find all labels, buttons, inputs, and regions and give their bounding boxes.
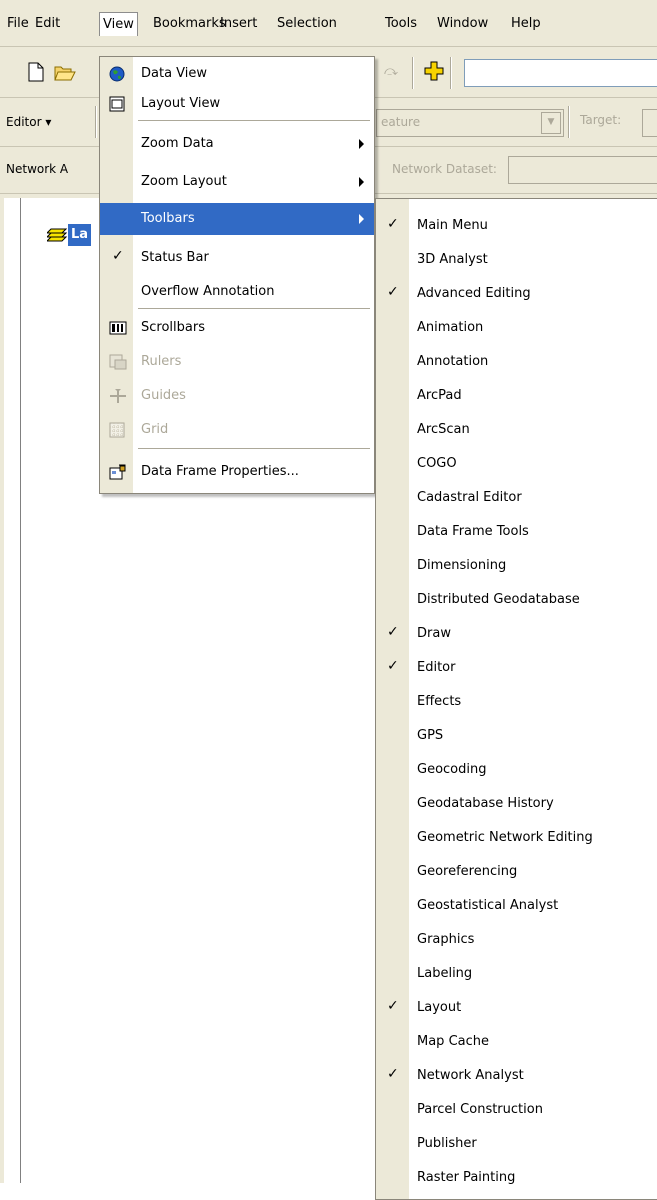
properties-icon bbox=[109, 464, 126, 480]
view-menu-zoom-layout[interactable]: Zoom Layout bbox=[100, 167, 374, 197]
menu-tools[interactable]: Tools bbox=[384, 14, 418, 34]
checkmark-icon: ✓ bbox=[387, 998, 399, 1014]
view-menu-zoom-data[interactable]: Zoom Data bbox=[100, 129, 374, 159]
menu-selection[interactable]: Selection bbox=[276, 14, 338, 34]
chevron-down-icon: ▼ bbox=[541, 112, 561, 134]
toolbar-item-network-analyst[interactable]: ✓ Network Analyst bbox=[376, 1061, 657, 1091]
toolbar-separator bbox=[412, 57, 414, 89]
network-dataset-label: Network Dataset: bbox=[392, 162, 497, 176]
checkmark-icon: ✓ bbox=[387, 216, 399, 232]
view-menu-status-bar[interactable]: ✓ Status Bar bbox=[100, 243, 374, 273]
toolbar-item-dimensioning[interactable]: Dimensioning bbox=[376, 551, 657, 581]
target-label: Target: bbox=[580, 113, 622, 127]
toolbar-item-layout[interactable]: ✓ Layout bbox=[376, 993, 657, 1023]
toolbar-item-publisher[interactable]: Publisher bbox=[376, 1129, 657, 1159]
submenu-arrow-icon bbox=[359, 214, 364, 224]
menu-window[interactable]: Window bbox=[436, 14, 489, 34]
toolbar-item-cadastral-editor[interactable]: Cadastral Editor bbox=[376, 483, 657, 513]
view-menu-data-view[interactable]: Data View bbox=[100, 59, 374, 89]
toolbar-separator bbox=[95, 106, 97, 138]
target-dropdown[interactable] bbox=[642, 109, 657, 137]
toolbar-item-gps[interactable]: GPS bbox=[376, 721, 657, 751]
checkmark-icon: ✓ bbox=[112, 248, 124, 264]
checkmark-icon: ✓ bbox=[387, 284, 399, 300]
toolbar-item-animation[interactable]: Animation bbox=[376, 313, 657, 343]
redo-icon[interactable]: ⤼ bbox=[384, 64, 398, 79]
scrollbars-icon bbox=[109, 321, 127, 335]
view-menu-scrollbars[interactable]: Scrollbars bbox=[100, 313, 374, 343]
toolbar-item-arcscan[interactable]: ArcScan bbox=[376, 415, 657, 445]
toolbar-item-annotation[interactable]: Annotation bbox=[376, 347, 657, 377]
new-document-icon[interactable] bbox=[28, 62, 44, 82]
toolbar-item-draw[interactable]: ✓ Draw bbox=[376, 619, 657, 649]
view-menu-layout-view[interactable]: Layout View bbox=[100, 89, 374, 119]
view-menu-rulers: Rulers bbox=[100, 347, 374, 377]
checkmark-icon: ✓ bbox=[387, 658, 399, 674]
toolbar-item-advanced-editing[interactable]: ✓ Advanced Editing bbox=[376, 279, 657, 309]
menu-divider bbox=[138, 120, 370, 121]
toolbar-item-cogo[interactable]: COGO bbox=[376, 449, 657, 479]
toolbars-submenu: ✓ Main Menu 3D Analyst ✓ Advanced Editing … bbox=[375, 198, 657, 1200]
layers-icon bbox=[47, 228, 67, 242]
checkmark-icon: ✓ bbox=[387, 1066, 399, 1082]
layers-node-label[interactable]: La bbox=[68, 224, 92, 246]
task-dropdown[interactable]: eature ▼ bbox=[376, 109, 564, 137]
toolbar-item-labeling[interactable]: Labeling bbox=[376, 959, 657, 989]
editor-menu-button[interactable]: Editor ▾ bbox=[6, 115, 51, 129]
toc-frame bbox=[20, 198, 21, 1183]
menu-insert[interactable]: Insert bbox=[219, 14, 258, 34]
open-folder-icon[interactable] bbox=[54, 62, 76, 82]
toolbar-item-3d-analyst[interactable]: 3D Analyst bbox=[376, 245, 657, 275]
toolbar-item-geostatistical-analyst[interactable]: Geostatistical Analyst bbox=[376, 891, 657, 921]
toolbar-item-effects[interactable]: Effects bbox=[376, 687, 657, 717]
rulers-icon bbox=[109, 354, 127, 370]
toolbar-item-georeferencing[interactable]: Georeferencing bbox=[376, 857, 657, 887]
network-analyst-menu-button[interactable]: Network A bbox=[6, 162, 68, 176]
view-menu-toolbars[interactable]: Toolbars bbox=[100, 203, 374, 235]
menu-bookmarks[interactable]: Bookmarks bbox=[152, 14, 227, 34]
menu-help[interactable]: Help bbox=[510, 14, 542, 34]
checkmark-icon: ✓ bbox=[387, 624, 399, 640]
toolbar-item-editor[interactable]: ✓ Editor bbox=[376, 653, 657, 683]
toolbar-item-geometric-network-editing[interactable]: Geometric Network Editing bbox=[376, 823, 657, 853]
view-menu-overflow-annotation[interactable]: Overflow Annotation bbox=[100, 277, 374, 307]
layout-page-icon bbox=[109, 96, 125, 112]
toolbar-item-main-menu[interactable]: ✓ Main Menu bbox=[376, 211, 657, 241]
toolbar-item-map-cache[interactable]: Map Cache bbox=[376, 1027, 657, 1057]
menu-view[interactable]: View bbox=[99, 12, 138, 36]
submenu-arrow-icon bbox=[359, 139, 364, 149]
toolbar-separator bbox=[450, 57, 452, 89]
submenu-arrow-icon bbox=[359, 177, 364, 187]
toolbar-item-geocoding[interactable]: Geocoding bbox=[376, 755, 657, 785]
menu-edit[interactable]: Edit bbox=[34, 14, 61, 34]
view-menu-data-frame-properties[interactable]: Data Frame Properties... bbox=[100, 457, 374, 487]
globe-icon bbox=[109, 66, 125, 82]
toolbar-item-geodatabase-history[interactable]: Geodatabase History bbox=[376, 789, 657, 819]
network-dataset-dropdown[interactable] bbox=[508, 156, 657, 184]
toolbar-item-distributed-geodatabase[interactable]: Distributed Geodatabase bbox=[376, 585, 657, 615]
menu-divider bbox=[138, 308, 370, 309]
guides-icon bbox=[110, 389, 126, 403]
toolbar-item-arcpad[interactable]: ArcPad bbox=[376, 381, 657, 411]
add-data-icon[interactable] bbox=[424, 61, 444, 81]
menu-bar: File Edit View Bookmarks Insert Selectio… bbox=[0, 0, 657, 47]
view-menu-grid: Grid bbox=[100, 415, 374, 445]
toolbar-item-raster-painting[interactable]: Raster Painting bbox=[376, 1163, 657, 1193]
view-menu: Data View Layout View Zoom Data Zoom Lay… bbox=[99, 56, 375, 494]
menu-file[interactable]: File bbox=[6, 14, 30, 34]
toolbar-item-graphics[interactable]: Graphics bbox=[376, 925, 657, 955]
menu-divider bbox=[138, 448, 370, 449]
toolbar-separator bbox=[568, 106, 570, 138]
view-menu-guides: Guides bbox=[100, 381, 374, 411]
toc-border bbox=[0, 198, 4, 1183]
map-scale-field[interactable] bbox=[464, 59, 657, 87]
toolbar-item-data-frame-tools[interactable]: Data Frame Tools bbox=[376, 517, 657, 547]
grid-icon bbox=[109, 422, 125, 438]
toolbar-item-parcel-construction[interactable]: Parcel Construction bbox=[376, 1095, 657, 1125]
